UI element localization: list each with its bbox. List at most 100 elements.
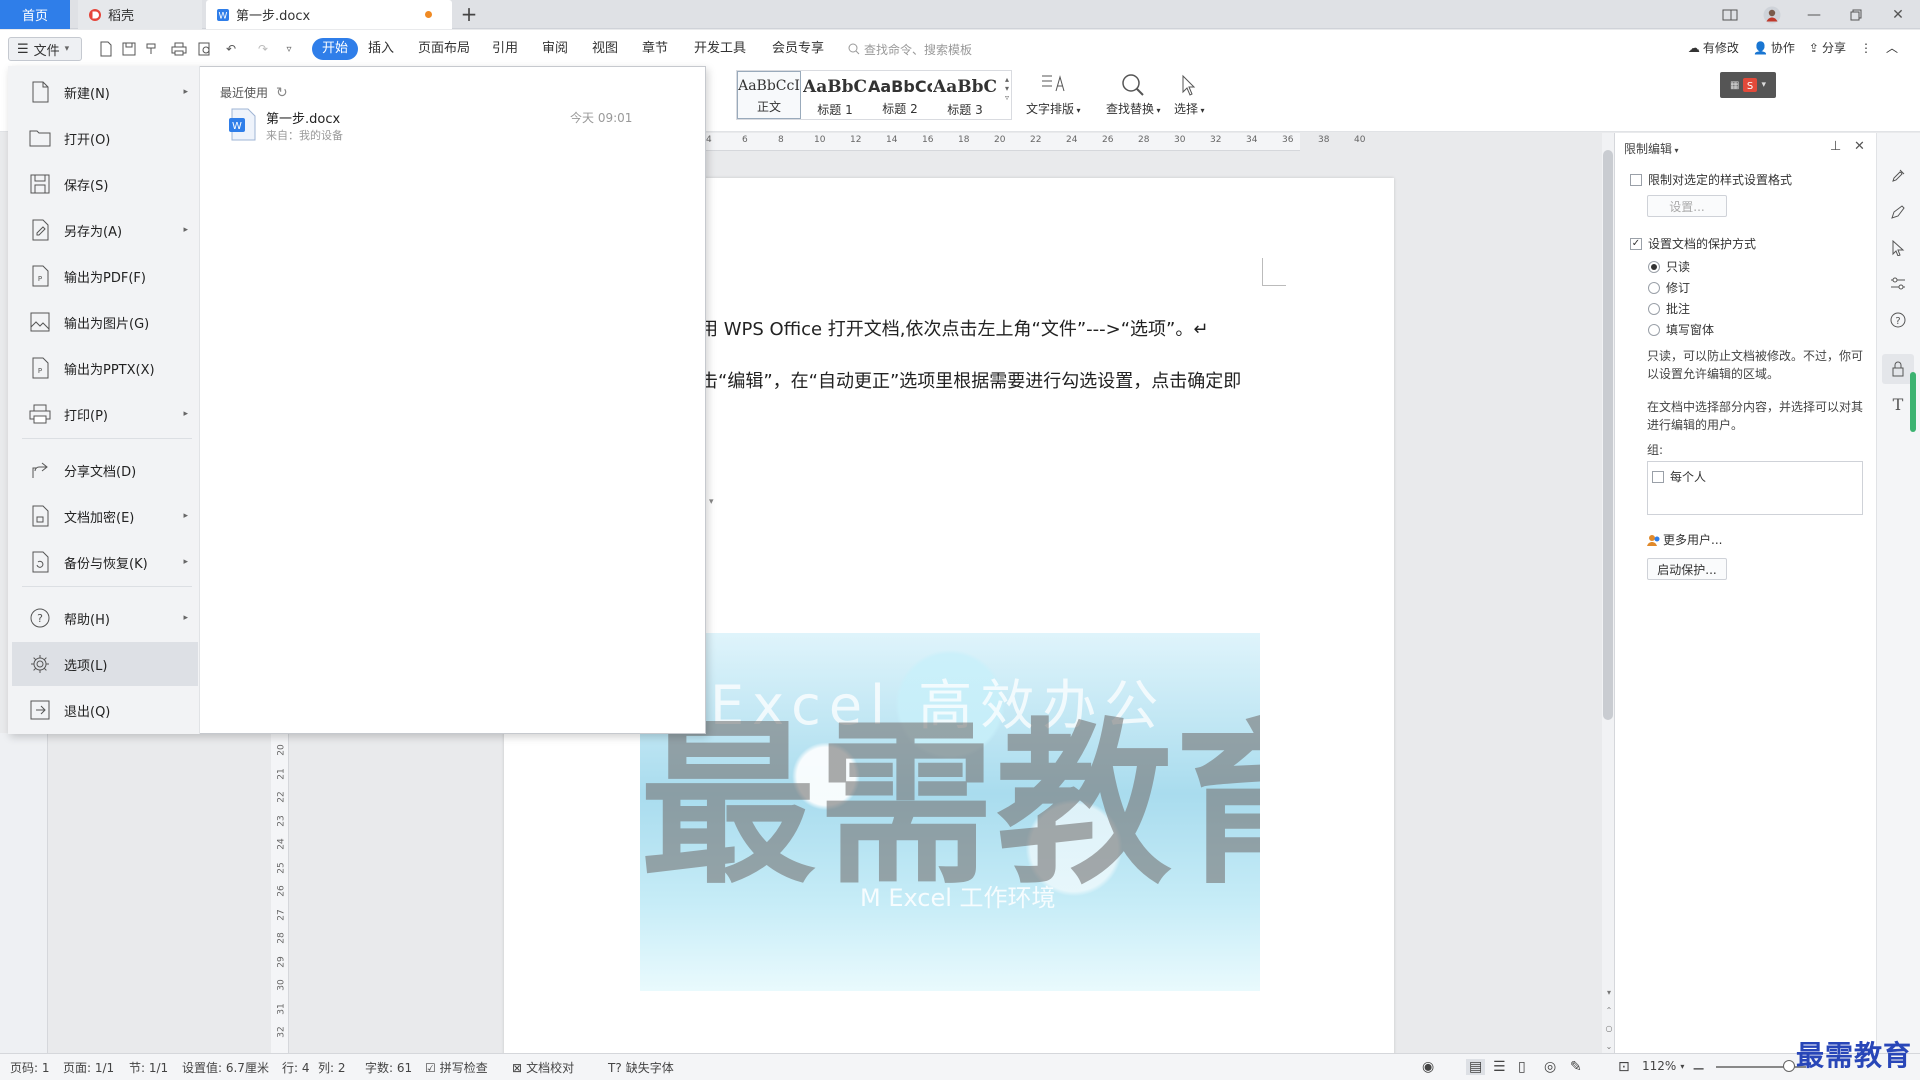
- proofread-button[interactable]: ⊠ 文档校对: [512, 1059, 574, 1076]
- print-preview-icon[interactable]: [196, 40, 214, 58]
- web-view-icon[interactable]: ◎: [1544, 1059, 1556, 1075]
- tab-review[interactable]: 审阅: [536, 38, 574, 60]
- file-menu-item-6[interactable]: P 输出为PPTX(X): [12, 346, 198, 390]
- redo-icon[interactable]: ↷: [254, 40, 272, 58]
- status-word-count[interactable]: 字数: 61: [365, 1059, 412, 1076]
- status-page[interactable]: 页面: 1/1: [63, 1059, 114, 1076]
- file-menu-item-11[interactable]: ? 帮助(H) ▸: [12, 596, 198, 640]
- zoom-slider-knob[interactable]: [1783, 1060, 1795, 1072]
- rocket-icon[interactable]: [1888, 166, 1908, 186]
- everyone-checkbox[interactable]: [1652, 470, 1664, 483]
- layout-icon[interactable]: [1716, 4, 1744, 26]
- file-menu-item-2[interactable]: 保存(S): [12, 162, 198, 206]
- eye-protection-icon[interactable]: ◉: [1422, 1059, 1434, 1075]
- text-style-icon[interactable]: T: [1888, 394, 1908, 414]
- file-menu-item-1[interactable]: 打开(O): [12, 116, 198, 160]
- comment-radio[interactable]: [1648, 302, 1660, 315]
- help-circle-icon[interactable]: ?: [1888, 310, 1908, 330]
- scroll-page-nav[interactable]: ▾ ⌃ ○ ⌄: [1604, 984, 1614, 1056]
- avatar[interactable]: [1758, 4, 1786, 26]
- modified-button[interactable]: ☁ 有修改: [1688, 39, 1739, 56]
- status-row[interactable]: 行: 4: [282, 1059, 310, 1076]
- pen-icon[interactable]: [1888, 202, 1908, 222]
- start-protect-button[interactable]: 启动保护...: [1647, 558, 1727, 580]
- document-image[interactable]: Excel 高效办公 最需教育 M Excel 工作环境: [640, 633, 1260, 991]
- tab-developer[interactable]: 开发工具: [688, 38, 752, 60]
- collaborate-button[interactable]: 👤 协作: [1753, 39, 1795, 56]
- tab-chapter[interactable]: 章节: [636, 38, 674, 60]
- option-revision[interactable]: 修订: [1648, 279, 1690, 296]
- missing-font-button[interactable]: T? 缺失字体: [608, 1059, 674, 1076]
- more-users-link[interactable]: 更多用户...: [1647, 531, 1722, 548]
- style-gallery-expand-icon[interactable]: ▴ ▾ ▿: [1005, 75, 1009, 102]
- text-layout-button[interactable]: 文字排版 ▾: [1026, 70, 1081, 117]
- status-col[interactable]: 列: 2: [318, 1059, 346, 1076]
- panel-title[interactable]: 限制编辑 ▾: [1624, 140, 1679, 157]
- option-fill-form[interactable]: 填写窗体: [1648, 321, 1714, 338]
- more-icon[interactable]: ⋮: [1860, 41, 1872, 55]
- adjust-icon[interactable]: [1888, 274, 1908, 294]
- fill-form-radio[interactable]: [1648, 323, 1660, 336]
- spell-check-button[interactable]: ☑ 拼写检查: [425, 1059, 488, 1076]
- tab-view[interactable]: 视图: [586, 38, 624, 60]
- file-menu-item-9[interactable]: 文档加密(E) ▸: [12, 494, 198, 538]
- style-normal[interactable]: AaBbCcI 正文: [737, 71, 801, 119]
- file-menu-item-13[interactable]: 退出(Q): [12, 688, 198, 732]
- restrict-format-option[interactable]: 限制对选定的样式设置格式: [1630, 171, 1792, 188]
- tab-start[interactable]: 开始: [312, 38, 359, 60]
- fit-page-icon[interactable]: ⊡: [1618, 1059, 1630, 1075]
- customize-quick-access-icon[interactable]: ▿: [280, 40, 298, 58]
- style-heading-3[interactable]: AaBbC 标题 3: [933, 71, 997, 119]
- tab-daoke[interactable]: 稻壳: [78, 0, 202, 29]
- tab-insert[interactable]: 插入: [362, 38, 400, 60]
- share-button[interactable]: ⇪ 分享: [1809, 39, 1846, 56]
- refresh-icon[interactable]: ↻: [276, 85, 288, 101]
- pointer-icon[interactable]: [1888, 238, 1908, 258]
- pin-icon[interactable]: ⊥: [1830, 139, 1841, 154]
- zoom-level-dropdown[interactable]: 112% ▾: [1642, 1059, 1684, 1073]
- add-tab-button[interactable]: +: [458, 4, 480, 26]
- protect-mode-checkbox[interactable]: ✓: [1630, 237, 1642, 250]
- save-icon[interactable]: [120, 40, 138, 58]
- vertical-scrollbar-thumb[interactable]: [1603, 150, 1613, 720]
- restore-icon[interactable]: [1842, 4, 1870, 26]
- tab-home[interactable]: 首页: [0, 0, 70, 29]
- file-menu-button[interactable]: ☰ 文件 ▾: [8, 37, 82, 61]
- print-icon[interactable]: [170, 40, 188, 58]
- format-painter-icon[interactable]: [143, 40, 161, 58]
- minimize-icon[interactable]: —: [1800, 4, 1828, 26]
- find-replace-button[interactable]: 查找替换 ▾: [1106, 70, 1161, 117]
- command-search[interactable]: 查找命令、搜索模板: [848, 39, 972, 59]
- file-menu-item-8[interactable]: 分享文档(D): [12, 448, 198, 492]
- document-paragraph-2[interactable]: 击“编辑”，在“自动更正”选项里根据需要进行勾选设置，点击确定即: [700, 367, 1241, 393]
- collapse-ribbon-icon[interactable]: ︿: [1886, 39, 1898, 56]
- outline-view-icon[interactable]: ☰: [1493, 1059, 1506, 1075]
- readonly-radio[interactable]: [1648, 260, 1660, 273]
- option-comment[interactable]: 批注: [1648, 300, 1690, 317]
- write-view-icon[interactable]: ✎: [1570, 1059, 1582, 1075]
- status-page-code[interactable]: 页码: 1: [10, 1059, 50, 1076]
- file-menu-item-4[interactable]: P 输出为PDF(F): [12, 254, 198, 298]
- tab-references[interactable]: 引用: [486, 38, 524, 60]
- file-menu-item-7[interactable]: 打印(P) ▸: [12, 392, 198, 436]
- file-menu-item-3[interactable]: 另存为(A) ▸: [12, 208, 198, 252]
- page-view-icon[interactable]: ▤: [1466, 1059, 1486, 1075]
- panel-close-icon[interactable]: ✕: [1854, 139, 1865, 154]
- status-section[interactable]: 节: 1/1: [129, 1059, 168, 1076]
- document-paragraph-1[interactable]: 用 WPS Office 打开文档,依次点击左上角“文件”--->“选项”。↵: [700, 315, 1208, 341]
- close-icon[interactable]: ✕: [1884, 4, 1912, 26]
- revision-radio[interactable]: [1648, 281, 1660, 294]
- status-setting-value[interactable]: 设置值: 6.7厘米: [182, 1059, 269, 1076]
- zoom-out-icon[interactable]: −: [1692, 1059, 1705, 1078]
- new-doc-icon[interactable]: [97, 40, 115, 58]
- file-menu-item-12[interactable]: 选项(L): [12, 642, 198, 686]
- everyone-option[interactable]: 每个人: [1652, 468, 1706, 485]
- select-button[interactable]: 选择 ▾: [1174, 70, 1205, 117]
- file-menu-item-10[interactable]: 备份与恢复(K) ▸: [12, 540, 198, 584]
- option-readonly[interactable]: 只读: [1648, 258, 1690, 275]
- tab-document[interactable]: W 第一步.docx: [206, 0, 452, 29]
- wps-logo-icon[interactable]: ▦ S ▾: [1720, 72, 1776, 98]
- style-heading-2[interactable]: AaBbCc 标题 2: [868, 71, 932, 119]
- style-heading-1[interactable]: AaBbC 标题 1: [803, 71, 867, 119]
- tab-page-layout[interactable]: 页面布局: [412, 38, 476, 60]
